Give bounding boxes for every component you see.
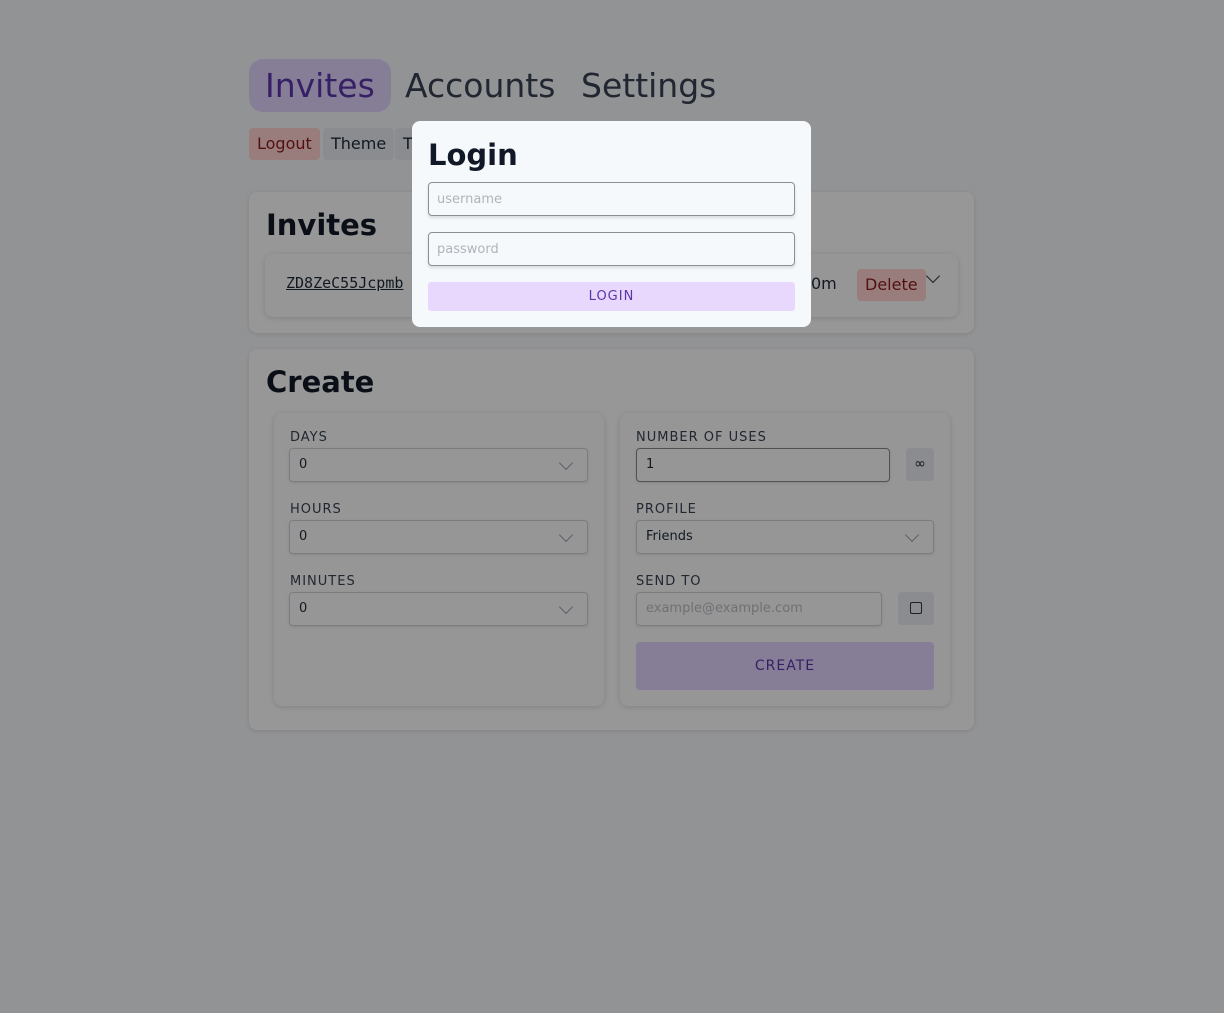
- login-button[interactable]: LOGIN: [428, 282, 795, 311]
- password-input[interactable]: [428, 232, 795, 266]
- username-input[interactable]: [428, 182, 795, 216]
- login-modal: Login LOGIN: [412, 121, 811, 327]
- login-title: Login: [428, 138, 518, 172]
